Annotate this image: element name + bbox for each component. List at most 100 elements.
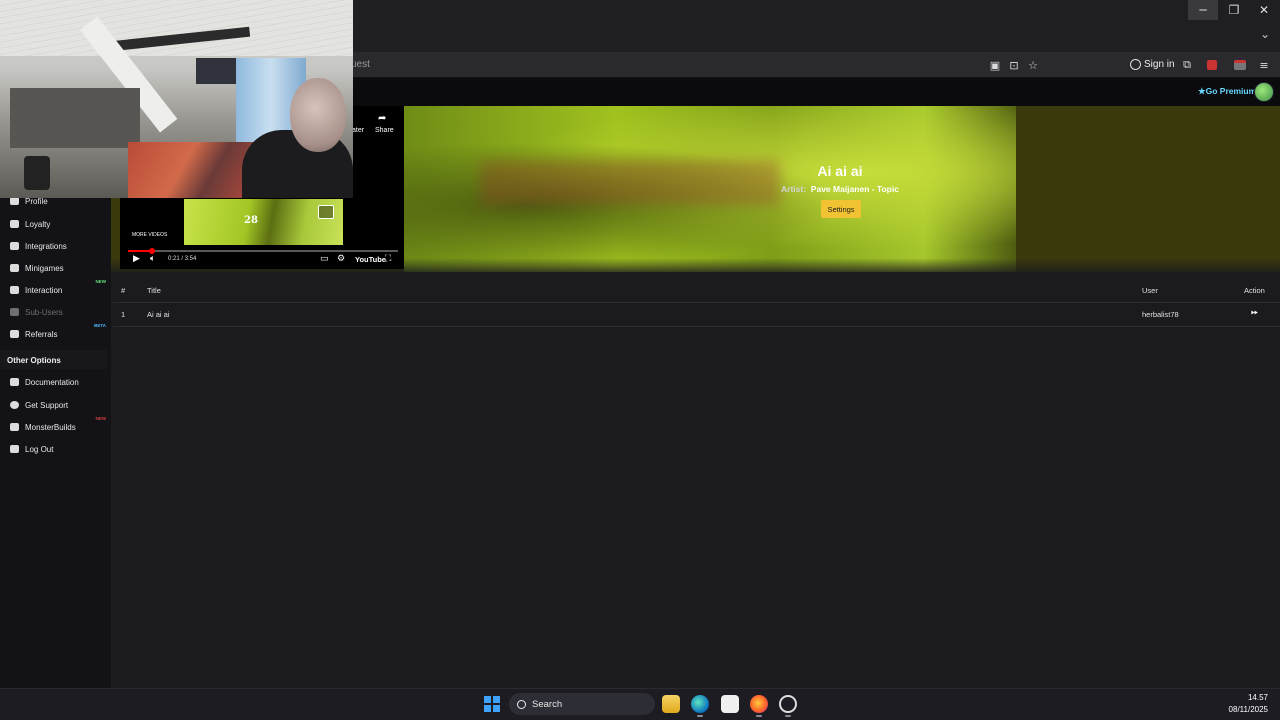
sidebar-item-integrations[interactable]: Integrations (0, 237, 111, 255)
windows-start-icon[interactable] (484, 696, 500, 712)
sidebar-item-referrals[interactable]: Referrals BETA (0, 323, 111, 343)
watch-later-label[interactable]: ater (352, 127, 364, 134)
sidebar-item-interaction[interactable]: Interaction NEW (0, 279, 111, 299)
sidebar-item-label: Log Out (25, 444, 54, 454)
search-label: Search (532, 698, 563, 710)
progress-bar[interactable] (128, 250, 398, 252)
column-header-title: Title (147, 286, 161, 295)
favorite-star-icon[interactable]: ☆ (1025, 57, 1041, 73)
sidebar-item-documentation[interactable]: Documentation (0, 373, 111, 391)
sign-in-label: Sign in (1144, 59, 1175, 70)
menu-icon[interactable]: ≡ (1256, 57, 1272, 73)
avatar[interactable] (1254, 82, 1274, 102)
search-icon (517, 699, 526, 709)
gamepad-icon (10, 264, 19, 272)
screenshot-icon[interactable]: ▣ (987, 57, 1003, 73)
webcam-ceiling (0, 0, 353, 56)
thumbnail-number: 28 (244, 215, 258, 226)
referrals-icon (10, 330, 19, 338)
sidebar-item-label: Referrals (25, 329, 58, 339)
webcam-wall-flag (196, 58, 240, 84)
webcam-shelf (10, 88, 140, 148)
tab-list-dropdown-icon[interactable]: ⌄ (1255, 27, 1275, 45)
youtube-logo[interactable]: YouTube (355, 255, 386, 264)
star-icon: ★ (1198, 86, 1206, 96)
go-premium-label: Go Premium (1205, 86, 1257, 96)
volume-icon[interactable]: 🔈︎ (150, 254, 155, 264)
running-indicator (697, 715, 703, 717)
sidebar-item-label: Interaction (25, 285, 63, 295)
sidebar-item-minigames[interactable]: Minigames (0, 259, 111, 277)
taskbar-search[interactable]: Search (509, 693, 655, 715)
new-badge: NEW (95, 279, 107, 284)
time-display: 0:21 / 3:54 (168, 256, 197, 262)
column-header-action: Action (1244, 286, 1265, 295)
song-artist: Artist: Pave Maijanen - Topic (640, 184, 1040, 194)
app-icon[interactable] (779, 695, 797, 713)
go-premium-link[interactable]: ★Go Premium (1198, 86, 1256, 97)
queue-table-header: # Title User Action (113, 279, 1280, 303)
install-app-icon[interactable]: ⊡ (1006, 57, 1022, 73)
fullscreen-icon[interactable]: ⛶ (385, 254, 391, 264)
row-number: 1 (121, 310, 126, 319)
sidebar-item-label: Get Support (25, 400, 69, 410)
trophy-icon (10, 220, 19, 228)
restore-button[interactable]: ❐ (1219, 0, 1249, 20)
running-indicator (756, 715, 762, 717)
artist-name: Pave Maijanen - Topic (810, 184, 899, 194)
other-options-heading: Other Options (7, 356, 61, 365)
logout-icon (10, 445, 19, 453)
captions-icon[interactable]: ▭ (320, 254, 329, 264)
row-user: herbalist78 (1142, 310, 1179, 319)
beta-badge: BETA (94, 323, 106, 328)
extension-badge-icon[interactable] (1232, 57, 1248, 73)
sidebar-item-get-support[interactable]: Get Support (0, 396, 111, 414)
integrations-icon (10, 242, 19, 250)
extensions-icon[interactable]: ⧉ (1179, 57, 1195, 73)
edge-browser-icon[interactable] (691, 695, 709, 713)
share-icon[interactable]: ➦ (378, 113, 386, 124)
extension-red-icon[interactable] (1204, 57, 1220, 73)
sign-in-button[interactable]: Sign in (1126, 56, 1179, 73)
clock-time[interactable]: 14.57 (1230, 693, 1268, 702)
book-icon (10, 378, 19, 386)
sidebar-item-label: Minigames (25, 263, 64, 273)
play-next-icon[interactable]: ⏩︎ (1251, 308, 1258, 318)
sidebar-item-label: Integrations (25, 241, 67, 251)
thumbnail-corner-icon[interactable] (318, 205, 334, 219)
address-text[interactable]: uest (351, 59, 370, 70)
laptop-icon (10, 423, 19, 431)
column-header-user: User (1142, 286, 1158, 295)
share-label[interactable]: Share (375, 127, 394, 134)
sidebar-item-loyalty[interactable]: Loyalty (0, 215, 111, 233)
settings-button[interactable]: Settings (821, 200, 861, 218)
more-videos-label[interactable]: MORE VIDEOS (132, 232, 167, 238)
question-icon (10, 401, 19, 409)
sidebar-item-label: Loyalty (25, 219, 51, 229)
sidebar-item-label: MonsterBuilds (25, 422, 76, 432)
sidebar-item-label: Sub-Users (25, 307, 63, 317)
account-icon (1130, 59, 1141, 70)
sidebar-item-monsterbuilds[interactable]: MonsterBuilds NEW (0, 416, 111, 436)
row-title: Ai ai ai (147, 310, 170, 319)
running-indicator (785, 715, 791, 717)
firefox-icon[interactable] (750, 695, 768, 713)
table-row: 1 Ai ai ai herbalist78 ⏩︎ (113, 303, 1280, 327)
close-window-button[interactable]: ✕ (1249, 0, 1279, 20)
play-icon[interactable]: ▶ (133, 254, 140, 264)
sidebar-item-label: Documentation (25, 377, 79, 387)
profile-icon (10, 197, 19, 205)
webcam-overlay (0, 0, 353, 198)
file-explorer-icon[interactable] (662, 695, 680, 713)
column-header-number: # (121, 286, 126, 295)
sidebar-item-log-out[interactable]: Log Out (0, 440, 111, 458)
minimize-button[interactable]: ─ (1188, 0, 1218, 20)
song-title: Ai ai ai (817, 163, 863, 179)
clock-date[interactable]: 08/11/2025 (1220, 705, 1268, 714)
users-icon (10, 308, 19, 316)
gear-icon[interactable]: ⚙ (337, 254, 345, 264)
artist-label: Artist: (781, 184, 807, 194)
new-badge: NEW (95, 416, 107, 421)
sidebar-item-sub-users[interactable]: Sub-Users (0, 303, 111, 321)
store-icon[interactable] (721, 695, 739, 713)
